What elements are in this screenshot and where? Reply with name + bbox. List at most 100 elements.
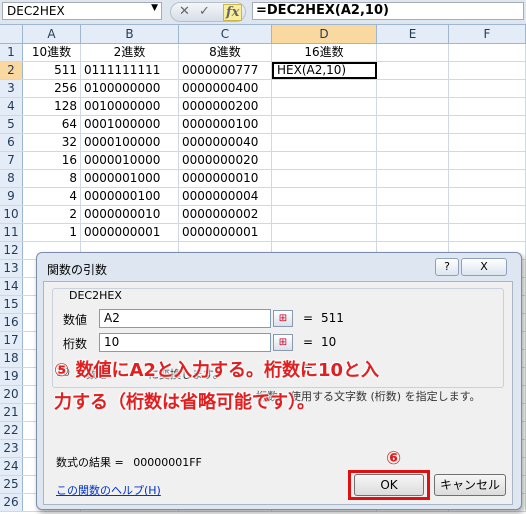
cell-a9[interactable]: 4 [23, 188, 81, 205]
cell-f2[interactable] [449, 62, 526, 79]
row-header[interactable]: 9 [0, 188, 23, 205]
cell-a2[interactable]: 511 [23, 62, 81, 79]
cell-e6[interactable] [377, 134, 449, 151]
cell-f1[interactable] [449, 44, 526, 61]
cell-f3[interactable] [449, 80, 526, 97]
formula-input[interactable]: =DEC2HEX(A2,10) [252, 2, 524, 20]
chevron-down-icon[interactable]: ▼ [151, 3, 158, 13]
number-input[interactable]: A2 [99, 309, 271, 328]
cell-a4[interactable]: 128 [23, 98, 81, 115]
row-header[interactable]: 15 [0, 296, 23, 313]
row-header[interactable]: 24 [0, 458, 23, 475]
cell-e5[interactable] [377, 116, 449, 133]
cell-c2[interactable]: 0000000777 [179, 62, 272, 79]
cell-b11[interactable]: 0000000001 [81, 224, 179, 241]
cell-a1[interactable]: 10進数 [23, 44, 81, 61]
row-header[interactable]: 18 [0, 350, 23, 367]
row-header[interactable]: 19 [0, 368, 23, 385]
row-header[interactable]: 2 [0, 62, 23, 79]
cell-f6[interactable] [449, 134, 526, 151]
column-header-b[interactable]: B [81, 25, 179, 43]
row-header[interactable]: 17 [0, 332, 23, 349]
range-select-icon[interactable]: ⊞ [273, 334, 293, 351]
row-header[interactable]: 21 [0, 404, 23, 421]
cell-e10[interactable] [377, 206, 449, 223]
close-icon[interactable]: X [461, 258, 507, 276]
cell-d4[interactable] [272, 98, 377, 115]
column-header-f[interactable]: F [449, 25, 526, 43]
cell-a5[interactable]: 64 [23, 116, 81, 133]
cell-c8[interactable]: 0000000010 [179, 170, 272, 187]
cell-a3[interactable]: 256 [23, 80, 81, 97]
cell-b9[interactable]: 0000000100 [81, 188, 179, 205]
name-box[interactable]: DEC2HEX ▼ [2, 2, 162, 20]
row-header[interactable]: 4 [0, 98, 23, 115]
column-header-a[interactable]: A [23, 25, 81, 43]
cell-b4[interactable]: 0010000000 [81, 98, 179, 115]
cell-d3[interactable] [272, 80, 377, 97]
cell-c5[interactable]: 0000000100 [179, 116, 272, 133]
cell-d8[interactable] [272, 170, 377, 187]
cell-d2[interactable]: HEX(A2,10) [272, 62, 377, 79]
row-header[interactable]: 3 [0, 80, 23, 97]
range-select-icon[interactable]: ⊞ [273, 310, 293, 327]
row-header[interactable]: 6 [0, 134, 23, 151]
row-header[interactable]: 20 [0, 386, 23, 403]
row-header[interactable]: 14 [0, 278, 23, 295]
cell-a11[interactable]: 1 [23, 224, 81, 241]
cell-e1[interactable] [377, 44, 449, 61]
cell-c6[interactable]: 0000000040 [179, 134, 272, 151]
cell-b2[interactable]: 0111111111 [81, 62, 179, 79]
cell-e7[interactable] [377, 152, 449, 169]
cell-f11[interactable] [449, 224, 526, 241]
cell-a6[interactable]: 32 [23, 134, 81, 151]
cell-d7[interactable] [272, 152, 377, 169]
row-header[interactable]: 22 [0, 422, 23, 439]
cell-f7[interactable] [449, 152, 526, 169]
places-input[interactable]: 10 [99, 333, 271, 352]
cell-d6[interactable] [272, 134, 377, 151]
cell-b5[interactable]: 0001000000 [81, 116, 179, 133]
cell-e11[interactable] [377, 224, 449, 241]
cell-c9[interactable]: 0000000004 [179, 188, 272, 205]
row-header[interactable]: 10 [0, 206, 23, 223]
cell-e3[interactable] [377, 80, 449, 97]
cell-a10[interactable]: 2 [23, 206, 81, 223]
cell-e4[interactable] [377, 98, 449, 115]
cell-b7[interactable]: 0000010000 [81, 152, 179, 169]
select-all-corner[interactable] [0, 25, 23, 43]
cell-b8[interactable]: 0000001000 [81, 170, 179, 187]
row-header[interactable]: 5 [0, 116, 23, 133]
row-header[interactable]: 16 [0, 314, 23, 331]
cell-c7[interactable]: 0000000020 [179, 152, 272, 169]
cell-d5[interactable] [272, 116, 377, 133]
cell-f10[interactable] [449, 206, 526, 223]
cancel-formula-icon[interactable]: ✕ [179, 4, 190, 19]
cell-c11[interactable]: 0000000001 [179, 224, 272, 241]
cell-d9[interactable] [272, 188, 377, 205]
cell-d1[interactable]: 16進数 [272, 44, 377, 61]
cell-f5[interactable] [449, 116, 526, 133]
row-header[interactable]: 25 [0, 476, 23, 493]
cell-e8[interactable] [377, 170, 449, 187]
cell-b1[interactable]: 2進数 [81, 44, 179, 61]
cell-a7[interactable]: 16 [23, 152, 81, 169]
cell-c1[interactable]: 8進数 [179, 44, 272, 61]
cell-e9[interactable] [377, 188, 449, 205]
ok-button[interactable]: OK [354, 474, 424, 496]
cell-b3[interactable]: 0100000000 [81, 80, 179, 97]
row-header[interactable]: 7 [0, 152, 23, 169]
row-header[interactable]: 13 [0, 260, 23, 277]
insert-function-icon[interactable]: fx [223, 4, 243, 21]
cell-b6[interactable]: 0000100000 [81, 134, 179, 151]
cell-c10[interactable]: 0000000002 [179, 206, 272, 223]
row-header[interactable]: 12 [0, 242, 23, 259]
cell-e2[interactable] [377, 62, 449, 79]
cell-f9[interactable] [449, 188, 526, 205]
cell-a8[interactable]: 8 [23, 170, 81, 187]
column-header-c[interactable]: C [179, 25, 272, 43]
cell-d11[interactable] [272, 224, 377, 241]
row-header[interactable]: 23 [0, 440, 23, 457]
column-header-d[interactable]: D [272, 25, 377, 43]
cell-d10[interactable] [272, 206, 377, 223]
